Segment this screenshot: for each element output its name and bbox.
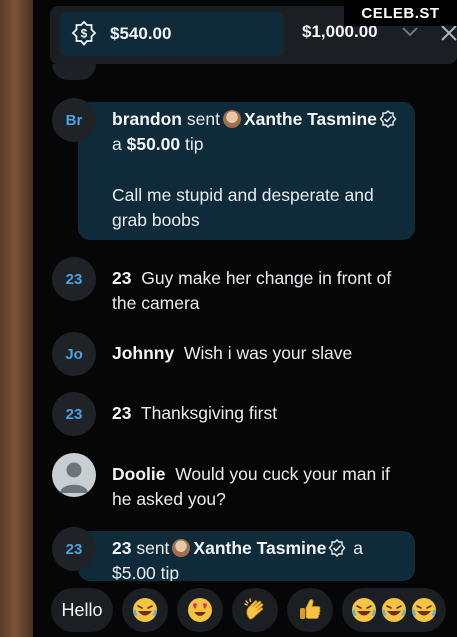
- quick-reply-hello[interactable]: Hello: [51, 588, 113, 632]
- recipient-avatar: [222, 110, 241, 128]
- quick-reply-laughing[interactable]: [122, 588, 168, 632]
- username[interactable]: 23: [112, 403, 131, 423]
- chat-message: Doolie Would you cuck your man if he ask…: [112, 462, 412, 512]
- laughing-emoji-icon: [133, 598, 157, 622]
- laughing-emoji-icon: [412, 598, 436, 622]
- tip-message-header: brandon sent Xanthe Tasmine a $50.00 tip: [112, 107, 412, 157]
- avatar[interactable]: 23: [52, 527, 96, 571]
- chat-message: 23 Thanksgiving first: [112, 401, 412, 426]
- verified-icon: [379, 110, 397, 128]
- avatar[interactable]: 23: [52, 257, 96, 301]
- avatar[interactable]: Jo: [52, 332, 96, 376]
- message-text: Call me stupid and desperate and grab bo…: [112, 185, 374, 230]
- quick-reply-thumbs-up[interactable]: [287, 588, 333, 632]
- username[interactable]: Johnny: [112, 343, 174, 363]
- verified-icon: [328, 539, 346, 557]
- tip-total-chip[interactable]: $ $540.00: [60, 12, 284, 56]
- username[interactable]: 23: [112, 538, 131, 558]
- tip-message-header: 23 sent Xanthe Tasmine a $5.00 tip: [112, 536, 412, 581]
- chevron-down-icon[interactable]: [400, 24, 420, 40]
- avatar[interactable]: 23: [52, 392, 96, 436]
- message-text: Wish i was your slave: [183, 343, 353, 363]
- tip-amount: $5.00 tip: [112, 563, 180, 581]
- svg-text:$: $: [81, 27, 88, 41]
- tip-total-amount: $540.00: [110, 24, 172, 43]
- tip-action: sent: [186, 109, 220, 129]
- heart-eyes-emoji-icon: [188, 598, 212, 622]
- avatar[interactable]: [52, 453, 96, 497]
- chat-message: 23 Guy make her change in front of the c…: [112, 266, 412, 316]
- chat-message: Johnny Wish i was your slave: [112, 341, 412, 366]
- watermark: CELEB.ST: [344, 0, 457, 26]
- quick-reply-triple-laughing[interactable]: [342, 588, 446, 632]
- avatar[interactable]: Br: [52, 98, 96, 142]
- tip-connector: a: [112, 134, 122, 154]
- tip-amount: $50.00: [126, 134, 181, 154]
- quick-reply-heart-eyes[interactable]: [177, 588, 223, 632]
- quick-reply-clap[interactable]: [232, 588, 278, 632]
- dollar-badge-icon: $: [71, 20, 97, 46]
- video-edge: [0, 0, 33, 637]
- tip-suffix: tip: [185, 134, 204, 154]
- username[interactable]: Doolie: [112, 464, 165, 484]
- username[interactable]: brandon: [112, 109, 182, 129]
- default-user-icon: [60, 462, 88, 493]
- tip-connector: a: [353, 538, 363, 558]
- recipient-name[interactable]: Xanthe Tasmine: [244, 109, 377, 129]
- thumbs-up-emoji-icon: [300, 599, 321, 619]
- message-text: Guy make her change in front of the came…: [112, 268, 392, 313]
- tip-action: sent: [136, 538, 170, 558]
- recipient-name[interactable]: Xanthe Tasmine: [193, 538, 326, 558]
- close-icon[interactable]: [440, 24, 457, 42]
- laughing-emoji-icon: [382, 598, 406, 622]
- laughing-emoji-icon: [352, 598, 376, 622]
- clapping-hand-emoji-icon: [244, 598, 264, 620]
- message-text: Thanksgiving first: [140, 403, 278, 423]
- username[interactable]: 23: [112, 268, 131, 288]
- recipient-avatar: [172, 539, 191, 557]
